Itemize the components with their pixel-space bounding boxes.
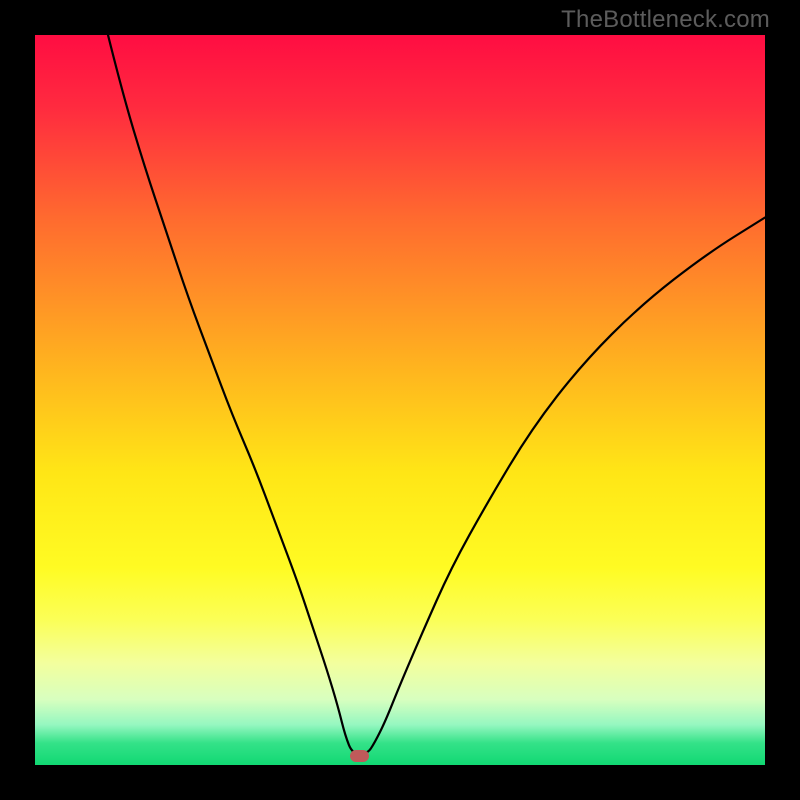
watermark-label: TheBottleneck.com — [561, 6, 770, 34]
plot-area — [35, 35, 765, 765]
bottleneck-curve — [35, 35, 765, 765]
optimal-point-marker — [350, 750, 369, 762]
chart-frame: TheBottleneck.com — [0, 0, 800, 800]
